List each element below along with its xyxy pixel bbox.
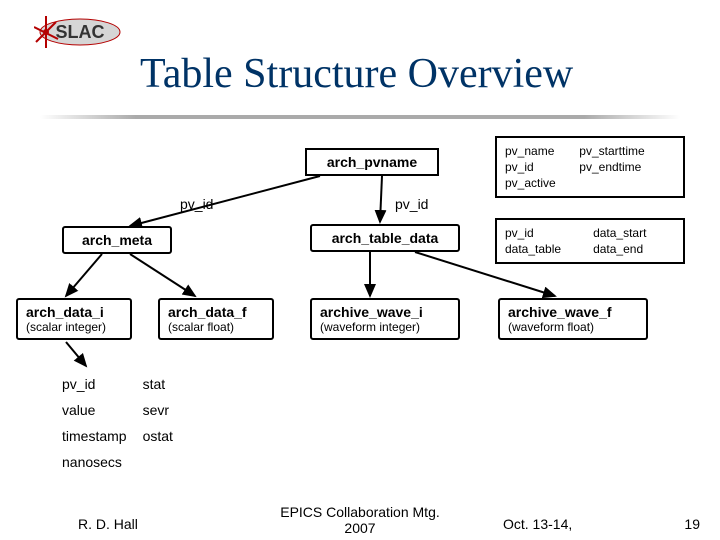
node-arch-table-data: arch_table_data bbox=[310, 224, 460, 252]
footer-meeting: EPICS Collaboration Mtg. 2007 bbox=[280, 504, 440, 536]
logo-slac: SLAC bbox=[34, 12, 122, 52]
node-arch-meta: arch_meta bbox=[62, 226, 172, 254]
svg-text:SLAC: SLAC bbox=[56, 22, 105, 42]
node-arch-pvname: arch_pvname bbox=[305, 148, 439, 176]
title-divider bbox=[40, 115, 680, 119]
table-pvname-fields: pv_namepv_starttime pv_idpv_endtime pv_a… bbox=[495, 136, 685, 198]
footer-author: R. D. Hall bbox=[78, 516, 138, 532]
edge-label-pvid-right: pv_id bbox=[395, 196, 428, 212]
node-archive-wave-f: archive_wave_f (waveform float) bbox=[498, 298, 648, 340]
table-meta-fields: pv_idstat valuesevr timestampostat nanos… bbox=[60, 370, 189, 476]
edge-label-pvid-left: pv_id bbox=[180, 196, 213, 212]
footer-page-number: 19 bbox=[684, 516, 700, 532]
slide-title: Table Structure Overview bbox=[140, 50, 573, 98]
node-arch-data-f: arch_data_f (scalar float) bbox=[158, 298, 274, 340]
footer-date: Oct. 13-14, bbox=[503, 516, 572, 532]
node-arch-data-i: arch_data_i (scalar integer) bbox=[16, 298, 132, 340]
node-archive-wave-i: archive_wave_i (waveform integer) bbox=[310, 298, 460, 340]
table-tabledata-fields: pv_iddata_start data_tabledata_end bbox=[495, 218, 685, 264]
